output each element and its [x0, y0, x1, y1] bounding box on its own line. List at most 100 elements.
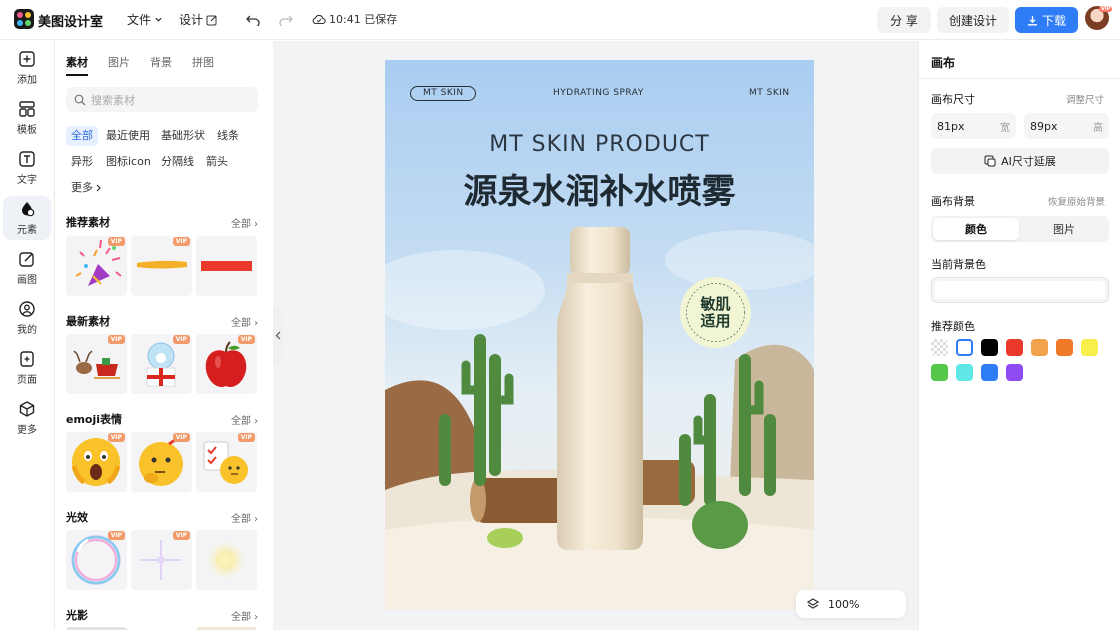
nav-item-mine[interactable]: 我的 — [3, 296, 51, 340]
vip-badge: VIP — [172, 531, 190, 540]
color-swatch-red[interactable] — [1006, 339, 1023, 356]
material-thumb-snow-globe[interactable]: VIP — [131, 334, 192, 394]
design-canvas[interactable]: MT SKIN HYDRATING SPRAY MT SKIN MT SKIN … — [385, 60, 814, 610]
adjust-size-link[interactable]: 调整尺寸 — [1066, 92, 1104, 106]
material-thumb-thinking-emoji[interactable]: VIP — [131, 432, 192, 492]
template-icon — [19, 101, 35, 117]
tab-collage[interactable]: 拼图 — [192, 54, 214, 76]
width-value: 81px — [937, 119, 965, 133]
layers-icon[interactable] — [806, 597, 820, 611]
see-all-latest[interactable]: 全部 › — [231, 314, 258, 329]
see-all-recommended[interactable]: 全部 › — [231, 215, 258, 230]
ai-size-extend-button[interactable]: AI尺寸延展 — [931, 148, 1109, 174]
material-thumb-glow[interactable] — [196, 530, 257, 590]
chip-icons[interactable]: 图标icon — [101, 152, 156, 172]
material-thumb-checklist-emoji[interactable]: VIP — [196, 432, 257, 492]
chip-irregular[interactable]: 异形 — [66, 152, 98, 172]
zoom-bar: 100% — [796, 590, 906, 618]
poster-badge[interactable]: 敏肌适用 — [680, 277, 751, 348]
nav-item-text[interactable]: 文字 — [3, 146, 51, 190]
vip-badge: VIP — [172, 433, 190, 442]
chip-more[interactable]: 更多 — [66, 178, 107, 198]
color-swatch-cyan[interactable] — [956, 364, 973, 381]
background-type-color[interactable]: 颜色 — [933, 218, 1019, 240]
nav-item-elements[interactable]: 元素 — [3, 196, 51, 240]
zoom-level[interactable]: 100% — [828, 598, 859, 611]
app-title[interactable]: 美图设计室 — [38, 11, 103, 30]
nav-label: 元素 — [17, 225, 37, 236]
see-all-label: 全部 — [231, 219, 251, 230]
section-title-light-shadow: 光影 — [66, 609, 88, 622]
color-swatch-transparent[interactable] — [931, 339, 948, 356]
download-button[interactable]: 下载 — [1015, 7, 1078, 33]
nav-label: 更多 — [17, 425, 37, 436]
app-logo-icon[interactable] — [14, 9, 34, 29]
color-swatch-white[interactable] — [956, 339, 973, 356]
save-status-text: 10:41 已保存 — [329, 13, 398, 26]
chip-arrows[interactable]: 箭头 — [201, 152, 233, 172]
user-icon — [19, 301, 35, 317]
tab-backgrounds[interactable]: 背景 — [150, 54, 172, 76]
color-swatch-green[interactable] — [931, 364, 948, 381]
background-type-toggle: 颜色 图片 — [931, 216, 1109, 242]
color-swatch-orange[interactable] — [1056, 339, 1073, 356]
share-button[interactable]: 分 享 — [877, 7, 931, 33]
chip-basic-shapes[interactable]: 基础形状 — [156, 126, 210, 146]
chip-recent[interactable]: 最近使用 — [101, 126, 155, 146]
canvas-height-field[interactable]: 89px 高 — [1024, 113, 1109, 139]
undo-button[interactable] — [243, 10, 263, 30]
color-swatch-yellow[interactable] — [1081, 339, 1098, 356]
see-all-emoji[interactable]: 全部 › — [231, 412, 258, 427]
poster-brand-left: MT SKIN — [423, 88, 464, 98]
material-thumb-party-popper[interactable]: VIP — [66, 236, 127, 296]
nav-label: 画图 — [17, 275, 37, 286]
color-swatch-blue[interactable] — [981, 364, 998, 381]
chip-dividers[interactable]: 分隔线 — [156, 152, 199, 172]
see-all-label: 全部 — [231, 318, 251, 329]
redo-button[interactable] — [276, 10, 296, 30]
background-type-image[interactable]: 图片 — [1021, 218, 1107, 240]
nav-item-template[interactable]: 模板 — [3, 96, 51, 140]
nav-item-add[interactable]: 添加 — [3, 46, 51, 90]
material-thumb-apple[interactable]: VIP — [196, 334, 257, 394]
spray-bottle-image[interactable] — [555, 225, 645, 555]
chip-lines[interactable]: 线条 — [212, 126, 244, 146]
vip-badge: VIP — [107, 335, 125, 344]
design-menu-label: 设计 — [179, 13, 204, 27]
material-thumb-reindeer-sleigh[interactable]: VIP — [66, 334, 127, 394]
poster-title-en[interactable]: MT SKIN PRODUCT — [385, 132, 814, 157]
recommended-colors-label: 推荐颜色 — [931, 320, 975, 333]
see-all-light-effects[interactable]: 全部 › — [231, 510, 258, 525]
chip-all[interactable]: 全部 — [66, 126, 98, 146]
material-panel: 素材 图片 背景 拼图 搜索素材 全部 最近使用 基础形状 线条 异形 图标ic… — [55, 41, 273, 630]
design-menu[interactable]: 设计 — [179, 11, 218, 28]
width-unit: 宽 — [1000, 122, 1010, 134]
restore-background-link[interactable]: 恢复原始背景 — [1048, 194, 1105, 208]
color-swatch-purple[interactable] — [1006, 364, 1023, 381]
see-all-light-shadow[interactable]: 全部 › — [231, 608, 258, 623]
canvas-width-field[interactable]: 81px 宽 — [931, 113, 1016, 139]
nav-item-pages[interactable]: 页面 — [3, 346, 51, 390]
cube-icon — [19, 401, 35, 417]
vip-badge: VIP — [237, 335, 255, 344]
nav-item-more[interactable]: 更多 — [3, 396, 51, 440]
tab-images[interactable]: 图片 — [108, 54, 130, 76]
nav-label: 添加 — [17, 75, 37, 86]
tab-materials[interactable]: 素材 — [66, 54, 88, 76]
material-thumb-sparkle[interactable]: VIP — [131, 530, 192, 590]
color-swatch-black[interactable] — [981, 339, 998, 356]
material-thumb-bubble[interactable]: VIP — [66, 530, 127, 590]
nav-item-draw[interactable]: 画图 — [3, 246, 51, 290]
poster-title-cn[interactable]: 源泉水润补水喷雾 — [385, 164, 814, 213]
material-thumb-scared-emoji[interactable]: VIP — [66, 432, 127, 492]
create-design-button[interactable]: 创建设计 — [937, 7, 1009, 33]
collapse-panel-button[interactable] — [273, 307, 283, 363]
material-thumb-yellow-brush[interactable]: VIP — [131, 236, 192, 296]
material-search-input[interactable]: 搜索素材 — [66, 87, 258, 112]
current-bg-color-picker[interactable] — [931, 277, 1109, 303]
section-title-latest: 最新素材 — [66, 315, 110, 328]
material-thumb-red-bar[interactable] — [196, 236, 257, 296]
divider — [919, 78, 1120, 79]
color-swatch-light-orange[interactable] — [1031, 339, 1048, 356]
file-menu[interactable]: 文件 — [127, 11, 163, 28]
